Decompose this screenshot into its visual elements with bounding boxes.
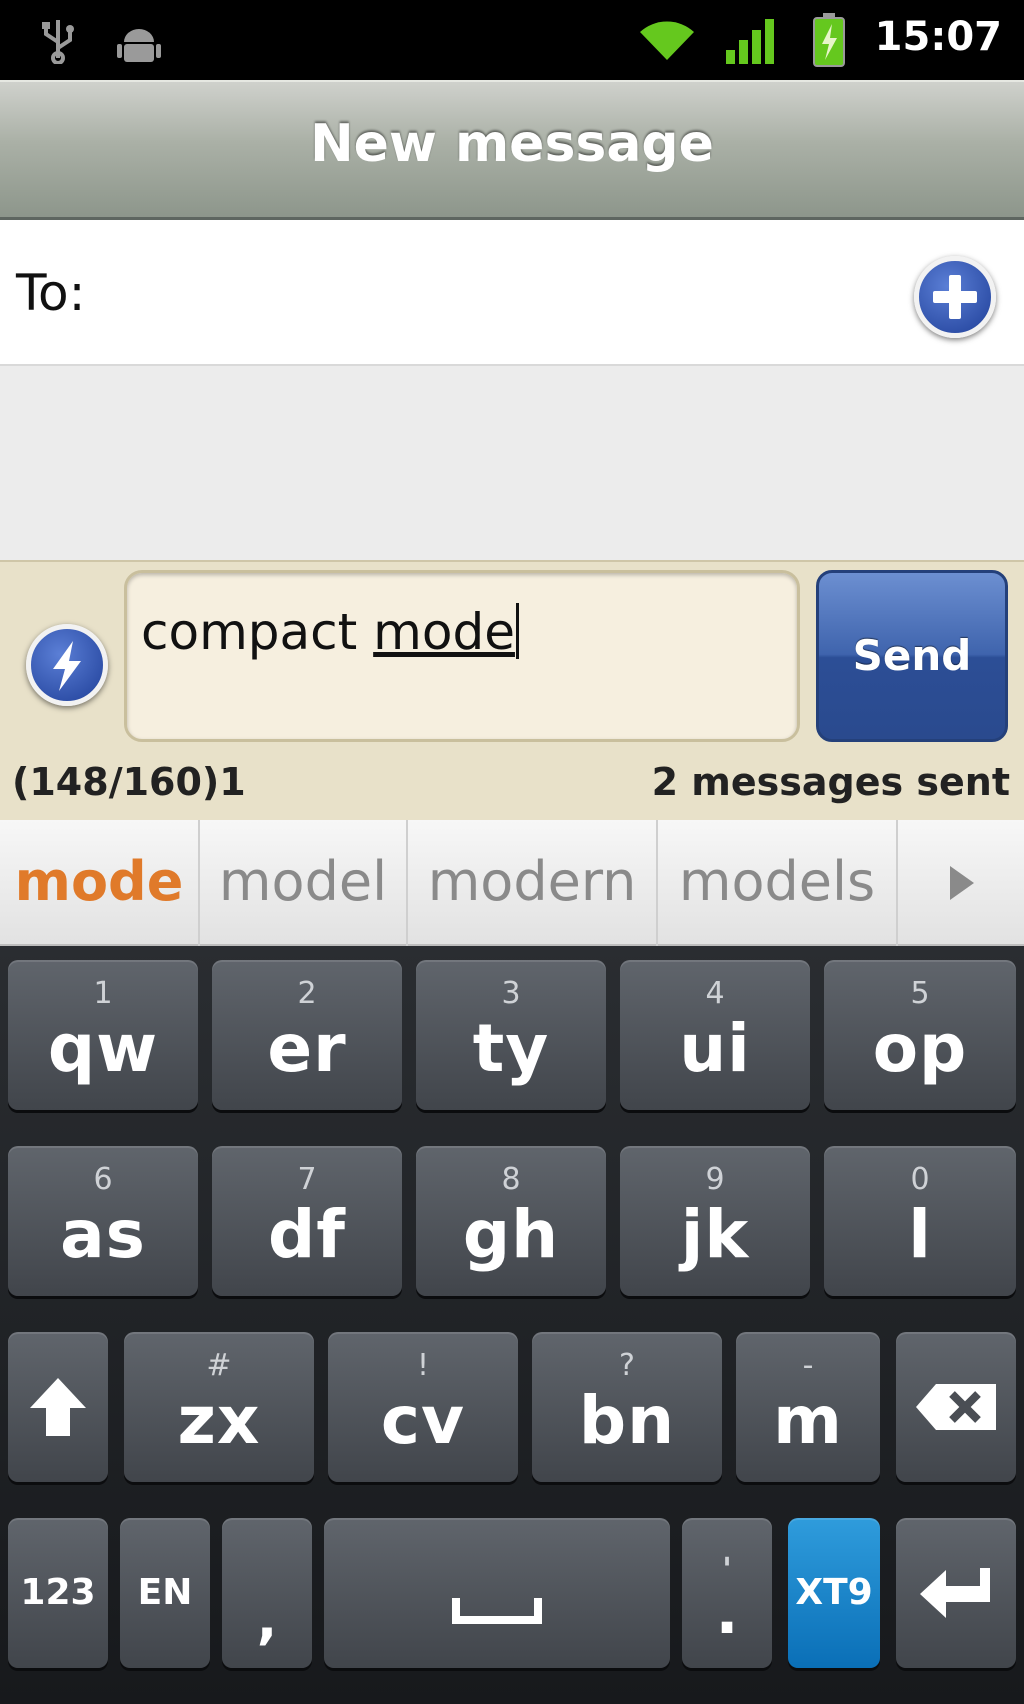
message-text: compact: [141, 603, 374, 661]
shift-key[interactable]: [8, 1332, 108, 1482]
backspace-key[interactable]: [896, 1332, 1016, 1482]
numbers-key[interactable]: 123: [8, 1518, 108, 1668]
android-debug-icon: [117, 29, 161, 62]
period-key[interactable]: ' .: [682, 1518, 772, 1668]
suggestion-bar: mode model modern models: [0, 820, 1024, 946]
title-bar: New message: [0, 80, 1024, 220]
wifi-icon: [640, 21, 694, 60]
sent-status: 2 messages sent: [651, 760, 1010, 804]
xt9-key[interactable]: XT9: [788, 1518, 880, 1668]
status-bar: 15:07: [0, 0, 1024, 80]
space-bar-icon: [452, 1598, 542, 1624]
suggestion-item[interactable]: modern: [408, 820, 658, 946]
keyboard: 1 qw 2 er 3 ty 4 ui 5 op 6 as 7 df 8 gh …: [0, 946, 1024, 1704]
key-er[interactable]: 2 er: [212, 960, 402, 1110]
key-jk[interactable]: 9 jk: [620, 1146, 810, 1296]
enter-key[interactable]: [896, 1518, 1016, 1668]
recipient-row[interactable]: To:: [0, 220, 1024, 366]
usb-icon: [42, 20, 74, 64]
status-clock: 15:07: [874, 14, 1002, 60]
quick-insert-button[interactable]: [26, 624, 108, 706]
enter-icon: [920, 1568, 990, 1618]
key-ui[interactable]: 4 ui: [620, 960, 810, 1110]
character-counter: (148/160)1: [12, 760, 246, 804]
suggestion-item[interactable]: models: [658, 820, 898, 946]
comma-key[interactable]: ,: [222, 1518, 312, 1668]
send-button[interactable]: Send: [816, 570, 1008, 742]
language-key[interactable]: EN: [120, 1518, 210, 1668]
lightning-icon: [53, 641, 81, 691]
key-qw[interactable]: 1 qw: [8, 960, 198, 1110]
battery-charging-icon: [813, 13, 845, 67]
page-title: New message: [310, 114, 714, 174]
key-l[interactable]: 0 l: [824, 1146, 1016, 1296]
backspace-icon: [916, 1384, 996, 1430]
key-gh[interactable]: 8 gh: [416, 1146, 606, 1296]
composing-word: mode: [373, 603, 515, 661]
to-label: To:: [16, 264, 86, 322]
suggestion-item[interactable]: model: [200, 820, 408, 946]
suggestion-item[interactable]: mode: [0, 820, 200, 946]
message-thread-area: [0, 366, 1024, 560]
space-key[interactable]: [324, 1518, 670, 1668]
message-input[interactable]: compact mode: [124, 570, 800, 742]
signal-icon: [726, 19, 774, 64]
shift-arrow-icon: [30, 1378, 86, 1436]
key-cv[interactable]: ! cv: [328, 1332, 518, 1482]
add-recipient-button[interactable]: [914, 256, 996, 338]
arrow-right-icon: [950, 866, 974, 900]
key-m[interactable]: - m: [736, 1332, 880, 1482]
compose-panel: compact mode Send (148/160)1 2 messages …: [0, 560, 1024, 820]
more-suggestions-button[interactable]: [898, 820, 1024, 946]
text-caret: [515, 603, 519, 659]
key-op[interactable]: 5 op: [824, 960, 1016, 1110]
key-bn[interactable]: ? bn: [532, 1332, 722, 1482]
key-df[interactable]: 7 df: [212, 1146, 402, 1296]
key-zx[interactable]: # zx: [124, 1332, 314, 1482]
key-ty[interactable]: 3 ty: [416, 960, 606, 1110]
key-as[interactable]: 6 as: [8, 1146, 198, 1296]
